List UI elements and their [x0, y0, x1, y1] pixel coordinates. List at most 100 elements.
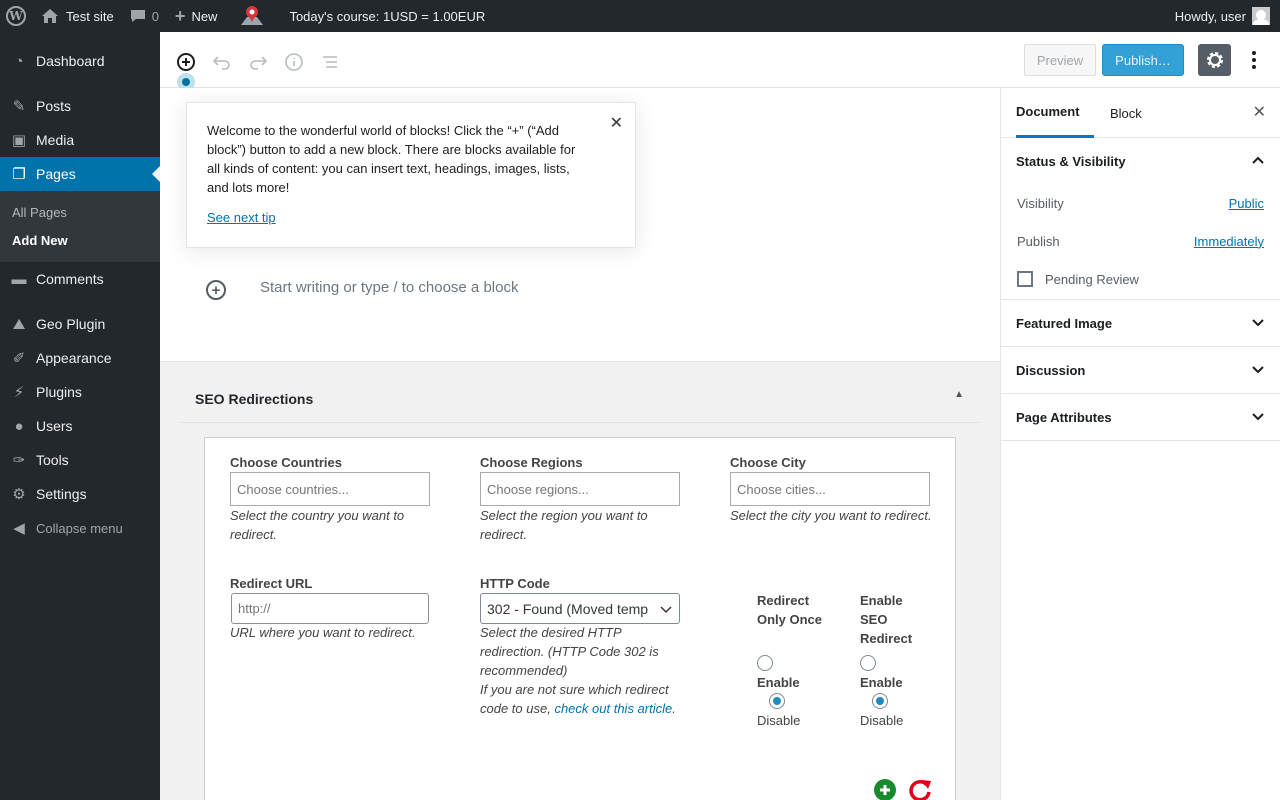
- city-desc: Select the city you want to redirect.: [730, 508, 932, 523]
- plus-icon: [880, 785, 890, 795]
- undo-button[interactable]: [210, 50, 234, 74]
- panel-title-status[interactable]: Status & Visibility: [1001, 138, 1280, 184]
- menu-item-settings[interactable]: ⚙ Settings: [0, 477, 160, 511]
- see-next-tip-link[interactable]: See next tip: [207, 210, 615, 225]
- chevron-down-icon[interactable]: [1250, 361, 1266, 377]
- panel-featured-image[interactable]: Featured Image: [1001, 300, 1280, 347]
- tab-document[interactable]: Document: [1016, 88, 1094, 138]
- preview-button[interactable]: Preview: [1024, 44, 1096, 76]
- close-icon[interactable]: ✕: [610, 113, 623, 133]
- status-title: Status & Visibility: [1016, 153, 1126, 169]
- menu-label: Pages: [36, 166, 76, 182]
- tab-document-label: Document: [1016, 104, 1080, 119]
- redirect-once-enable-radio[interactable]: [757, 655, 773, 671]
- wp-logo-icon[interactable]: W: [0, 0, 34, 32]
- new-content-link[interactable]: + New: [167, 0, 226, 32]
- chevron-down-icon[interactable]: [1250, 408, 1266, 424]
- settings-sidebar: Document Block ✕ Status & Visibility Vis…: [1000, 88, 1280, 800]
- menu-item-tools[interactable]: ✑ Tools: [0, 443, 160, 477]
- more-options-button[interactable]: [1242, 44, 1266, 76]
- refresh-icon: [909, 780, 931, 800]
- countries-desc: Select the country you want to redirect.: [230, 508, 405, 542]
- comment-icon: ▬: [11, 270, 27, 288]
- menu-label: Plugins: [36, 384, 82, 400]
- redirect-once-enable-label: Enable: [757, 675, 800, 690]
- block-placeholder[interactable]: Start writing or type / to choose a bloc…: [260, 279, 518, 296]
- menu-label: Geo Plugin: [36, 316, 106, 332]
- seo-redirect-label: Enable SEO Redirect: [860, 593, 913, 646]
- countries-input[interactable]: Choose countries...: [230, 472, 430, 506]
- reset-redirection-button[interactable]: [907, 777, 933, 800]
- publish-button[interactable]: Publish…: [1102, 44, 1184, 76]
- comments-link[interactable]: 0: [122, 0, 167, 32]
- tip-dot-icon: [182, 78, 190, 86]
- collapse-label: Collapse menu: [36, 520, 123, 536]
- tab-block[interactable]: Block: [1110, 88, 1142, 138]
- check-article-link[interactable]: check out this article: [554, 701, 672, 716]
- menu-label: Comments: [36, 271, 104, 287]
- regions-desc: Select the region you want to redirect.: [480, 508, 648, 542]
- seo-redirect-disable-radio[interactable]: [872, 693, 888, 709]
- menu-item-appearance[interactable]: ✐ Appearance: [0, 341, 160, 375]
- brush-icon: ✐: [12, 350, 26, 367]
- seo-redirection-box: Choose Countries Choose countries... Sel…: [204, 437, 956, 800]
- geo-plugin-link[interactable]: [231, 0, 273, 32]
- pending-review-row: Pending Review: [1001, 260, 1280, 298]
- pending-review-label: Pending Review: [1045, 271, 1139, 287]
- menu-item-users[interactable]: ● Users: [0, 409, 160, 443]
- submenu-all-pages[interactable]: All Pages: [0, 198, 160, 226]
- visibility-link[interactable]: Public: [1229, 196, 1264, 211]
- howdy-text: Howdy, user: [1174, 8, 1246, 24]
- http-desc-period: .: [672, 701, 676, 716]
- publish-label: Publish: [1017, 233, 1060, 249]
- redirect-once-disable-radio[interactable]: [769, 693, 785, 709]
- city-input[interactable]: Choose cities...: [730, 472, 930, 506]
- site-name-link[interactable]: Test site: [34, 0, 122, 32]
- panel-page-attributes[interactable]: Page Attributes: [1001, 394, 1280, 441]
- my-account[interactable]: Howdy, user: [1175, 7, 1280, 25]
- settings-button[interactable]: [1198, 44, 1231, 76]
- seo-title: SEO Redirections: [195, 390, 314, 407]
- add-redirection-button[interactable]: [874, 779, 896, 800]
- menu-label: Settings: [36, 486, 87, 502]
- submenu-add-new[interactable]: Add New: [0, 226, 160, 254]
- regions-input[interactable]: Choose regions...: [480, 472, 680, 506]
- menu-item-pages[interactable]: ❐ Pages: [0, 157, 160, 191]
- menu-item-comments[interactable]: ▬ Comments: [0, 262, 160, 296]
- pending-review-checkbox[interactable]: [1017, 271, 1033, 287]
- seo-redirections-header[interactable]: SEO Redirections ▲: [180, 375, 980, 423]
- pages-icon: ❐: [12, 166, 26, 183]
- more-vertical-icon: [1252, 51, 1256, 69]
- menu-item-plugins[interactable]: ⚡ Plugins: [0, 375, 160, 409]
- seo-redirect-enable-radio[interactable]: [860, 655, 876, 671]
- menu-item-dashboard[interactable]: ◔ Dashboard: [0, 44, 160, 78]
- inline-add-block-button[interactable]: +: [206, 280, 226, 300]
- currency-course-text: Today's course: 1USD = 1.00EUR: [289, 8, 486, 24]
- menu-item-media[interactable]: ▣ Media: [0, 123, 160, 157]
- block-navigation-button[interactable]: [318, 50, 342, 74]
- comment-icon: [130, 10, 145, 22]
- redo-button[interactable]: [246, 50, 270, 74]
- pin-icon: ✎: [12, 98, 26, 115]
- publish-date-link[interactable]: Immediately: [1194, 234, 1264, 249]
- http-code-select[interactable]: 302 - Found (Moved temp: [480, 593, 680, 624]
- chevron-down-icon[interactable]: [1250, 314, 1266, 330]
- list-icon: [323, 56, 337, 68]
- avatar: [1252, 7, 1270, 25]
- close-icon[interactable]: ✕: [1253, 102, 1266, 122]
- map-icon: ⛰: [12, 315, 26, 333]
- add-block-button[interactable]: [174, 50, 198, 74]
- undo-icon: [212, 56, 230, 70]
- panel-discussion[interactable]: Discussion: [1001, 347, 1280, 394]
- tip-text: Welcome to the wonderful world of blocks…: [207, 123, 576, 195]
- sidebar-tabs: Document Block ✕: [1001, 88, 1280, 138]
- info-button[interactable]: [282, 50, 306, 74]
- collapse-menu-button[interactable]: ◀ Collapse menu: [0, 511, 160, 545]
- site-name: Test site: [66, 8, 114, 24]
- collapse-arrow-icon[interactable]: ▲: [954, 389, 964, 400]
- menu-item-posts[interactable]: ✎ Posts: [0, 89, 160, 123]
- new-label: New: [191, 8, 218, 24]
- redirect-url-input[interactable]: http://: [231, 593, 429, 624]
- chevron-up-icon[interactable]: [1250, 152, 1266, 168]
- menu-item-geo-plugin[interactable]: ⛰ Geo Plugin: [0, 307, 160, 341]
